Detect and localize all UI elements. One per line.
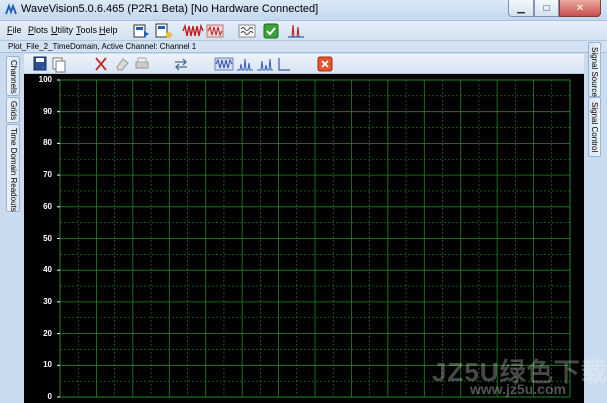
new-file-icon[interactable] bbox=[154, 22, 174, 40]
menu-help[interactable]: Help bbox=[99, 25, 118, 35]
plot-toolbar bbox=[24, 54, 584, 74]
cut-icon[interactable] bbox=[92, 55, 110, 73]
y-tick-label: 40 bbox=[43, 265, 52, 275]
minimize-icon[interactable]: ▁ bbox=[508, 0, 534, 17]
tab-channels-label: Channels bbox=[9, 60, 18, 94]
histogram-blue-icon[interactable] bbox=[256, 55, 274, 73]
tab-time-domain-readouts[interactable]: Time Domain Readouts bbox=[6, 124, 20, 212]
swap-icon[interactable] bbox=[172, 55, 190, 73]
title-bar: WaveVision5.0.6.465 (P2R1 Beta) [No Hard… bbox=[0, 0, 607, 21]
window-title: WaveVision5.0.6.465 (P2R1 Beta) [No Hard… bbox=[21, 3, 319, 15]
y-tick-label: 70 bbox=[43, 170, 52, 180]
tab-channels[interactable]: Channels bbox=[6, 56, 20, 96]
spectrum-blue-icon[interactable] bbox=[236, 55, 254, 73]
waveform-red-icon[interactable] bbox=[182, 22, 204, 40]
green-check-icon[interactable] bbox=[262, 22, 280, 40]
y-tick-label: 50 bbox=[43, 233, 52, 243]
tab-signal-sources[interactable]: Signal Sources bbox=[588, 42, 601, 101]
print-icon[interactable] bbox=[134, 55, 150, 73]
watermark-url: www.jz5u.com bbox=[470, 381, 566, 397]
y-tick-label: 80 bbox=[43, 138, 52, 148]
tab-signal-sources-label: Signal Sources bbox=[590, 47, 599, 101]
window-controls: ▁ □ ✕ bbox=[508, 0, 601, 18]
close-icon[interactable]: ✕ bbox=[559, 0, 601, 17]
y-tick-label: 20 bbox=[43, 328, 52, 338]
document-title: Plot_File_2_TimeDomain, Active Channel: … bbox=[8, 42, 197, 51]
maximize-icon[interactable]: □ bbox=[534, 0, 559, 17]
tab-time-domain-readouts-label: Time Domain Readouts bbox=[9, 128, 18, 212]
dual-wave-icon[interactable] bbox=[238, 22, 256, 40]
y-tick-label: 30 bbox=[43, 296, 52, 306]
menu-tools[interactable]: Tools bbox=[76, 25, 97, 35]
tab-signal-control[interactable]: Signal Control bbox=[588, 97, 601, 157]
save-icon[interactable] bbox=[32, 55, 50, 73]
y-tick-label: 60 bbox=[43, 201, 52, 211]
tab-grids[interactable]: Grids bbox=[6, 97, 20, 123]
y-tick-label: 90 bbox=[43, 106, 52, 116]
menu-utility[interactable]: Utility bbox=[51, 25, 73, 35]
spectrum-icon[interactable] bbox=[287, 22, 305, 40]
wavevision-logo-icon bbox=[5, 3, 17, 15]
tab-signal-control-label: Signal Control bbox=[590, 102, 599, 153]
delete-icon[interactable] bbox=[316, 55, 334, 73]
y-tick-label: 100 bbox=[38, 75, 52, 84]
y-tick-label: 10 bbox=[43, 360, 52, 370]
time-domain-icon[interactable] bbox=[214, 55, 234, 73]
waveform-red-stack-icon[interactable] bbox=[206, 22, 224, 40]
tab-grids-label: Grids bbox=[9, 101, 18, 121]
open-file-icon[interactable] bbox=[132, 22, 152, 40]
menu-bar: File Plots Utility Tools Help bbox=[0, 21, 607, 41]
axis-icon[interactable] bbox=[276, 55, 292, 73]
menu-plots[interactable]: Plots bbox=[28, 25, 48, 35]
y-tick-label: 0 bbox=[47, 392, 52, 401]
eraser-icon[interactable] bbox=[114, 55, 130, 73]
copy-icon[interactable] bbox=[51, 55, 67, 73]
menu-file[interactable]: File bbox=[7, 25, 22, 35]
